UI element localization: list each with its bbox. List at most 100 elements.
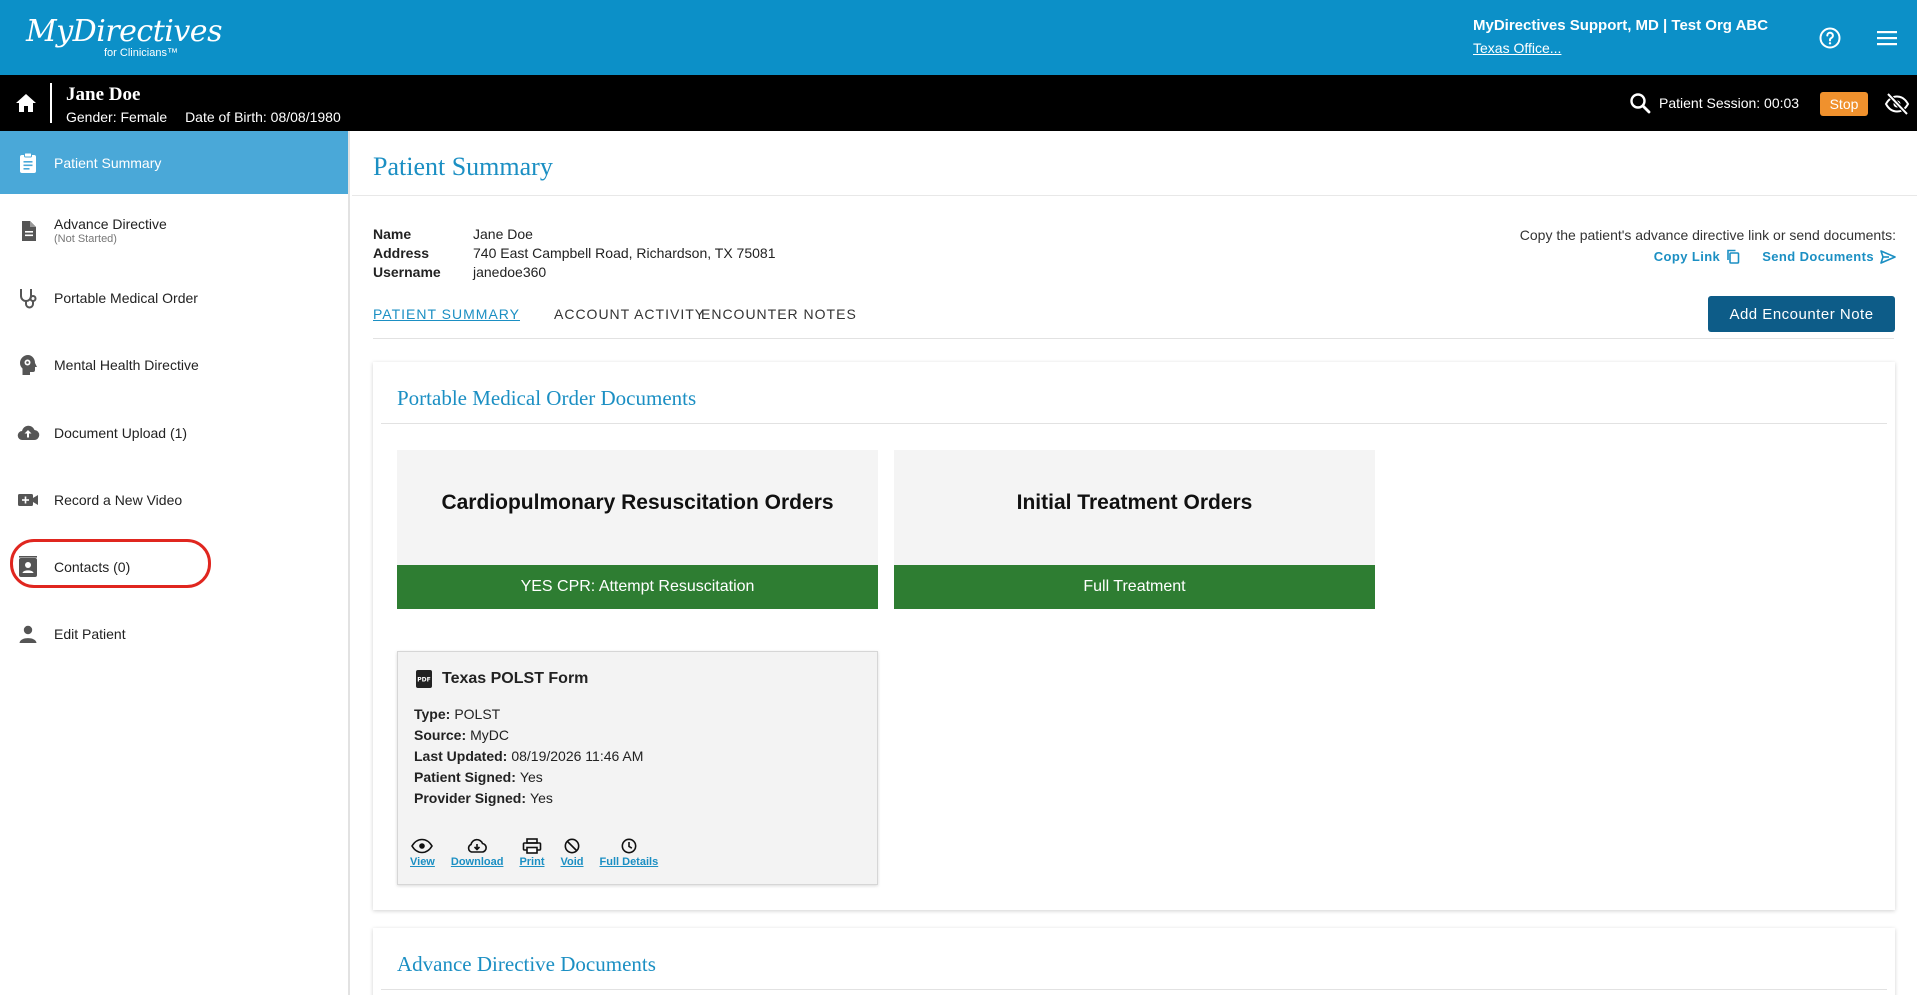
download-document-button[interactable]: Download (450, 838, 504, 868)
person-icon (19, 625, 37, 643)
document-title: Texas POLST Form (442, 670, 589, 687)
sidebar-item-title: Advance Directive (54, 216, 167, 232)
patient-info: Name Jane Doe Address 740 East Campbell Ro… (373, 226, 775, 283)
document-field-patient-signed: Patient Signed: Yes (414, 769, 543, 785)
action-label: Full Details (599, 856, 659, 868)
sidebar-item-label: Mental Health Directive (54, 356, 199, 373)
sidebar: Patient Summary Advance Directive (Not S… (0, 131, 350, 995)
home-icon[interactable] (14, 91, 38, 115)
share-links: Copy Link Send Documents (1520, 249, 1896, 264)
copy-link-button[interactable]: Copy Link (1654, 249, 1740, 264)
copy-icon (1727, 249, 1740, 264)
info-value: 740 East Campbell Road, Richardson, TX 7… (473, 245, 776, 261)
logo-subtitle: for Clinicians™ (104, 47, 178, 59)
sidebar-item-record-video[interactable]: Record a New Video (0, 468, 348, 531)
patient-dob: Date of Birth: 08/08/1980 (185, 109, 341, 125)
send-documents-button[interactable]: Send Documents (1762, 249, 1896, 264)
sidebar-item-label: Patient Summary (54, 154, 162, 171)
copy-link-label: Copy Link (1653, 249, 1721, 264)
cloud-download-icon (467, 838, 488, 853)
brain-head-icon (20, 354, 37, 375)
title-divider (352, 195, 1917, 196)
highlight-annotation-ring (10, 539, 211, 588)
eye-off-icon[interactable] (1884, 92, 1910, 116)
sidebar-item-document-upload[interactable]: Document Upload (1) (0, 401, 348, 464)
stop-session-button[interactable]: Stop (1820, 92, 1868, 116)
info-row-name: Name Jane Doe (373, 226, 775, 245)
action-label: View (410, 856, 435, 868)
tabs-divider (373, 338, 1894, 339)
sidebar-item-portable-medical-order[interactable]: Portable Medical Order (0, 266, 348, 329)
polst-document-card: PDF Texas POLST Form Type: POLST Source: M… (397, 651, 878, 885)
sidebar-item-patient-summary[interactable]: Patient Summary (0, 131, 348, 194)
sidebar-item-label: Portable Medical Order (54, 289, 198, 306)
patient-name: Jane Doe (66, 84, 141, 105)
info-row-username: Username janedoe360 (373, 264, 775, 283)
view-document-button[interactable]: View (410, 838, 435, 868)
void-icon (564, 838, 580, 854)
order-status: YES CPR: Attempt Resuscitation (397, 565, 878, 609)
document-field-last-updated: Last Updated: 08/19/2026 11:46 AM (414, 748, 644, 764)
document-fields: Type: POLST Source: MyDC Last Updated: 08/1… (414, 706, 643, 811)
send-documents-label: Send Documents (1762, 249, 1874, 264)
pdf-icon: PDF (416, 670, 432, 688)
document-icon (22, 220, 36, 241)
org-link[interactable]: Texas Office... (1473, 40, 1803, 56)
panel-divider (381, 989, 1887, 990)
tab-patient-summary[interactable]: PATIENT SUMMARY (373, 306, 520, 322)
stethoscope-icon (20, 288, 37, 308)
print-document-button[interactable]: Print (519, 838, 545, 868)
info-label: Username (373, 264, 441, 280)
info-label: Name (373, 226, 412, 242)
patient-session-timer: Patient Session: 00:03 (1659, 95, 1800, 111)
share-instructions: Copy the patient's advance directive lin… (1519, 227, 1896, 243)
hamburger-menu-icon[interactable] (1876, 28, 1898, 48)
user-info: MyDirectives Support, MD | Test Org ABC … (1473, 17, 1803, 56)
sidebar-item-edit-patient[interactable]: Edit Patient (0, 602, 348, 665)
full-details-button[interactable]: Full Details (599, 838, 659, 868)
printer-icon (522, 838, 542, 854)
pmo-documents-panel: Portable Medical Order Documents Cardiop… (373, 362, 1895, 910)
eye-icon (411, 838, 434, 854)
clock-icon (621, 838, 637, 854)
add-encounter-note-button[interactable]: Add Encounter Note (1708, 296, 1895, 332)
info-row-address: Address 740 East Campbell Road, Richardso… (373, 245, 775, 264)
sidebar-item-status: (Not Started) (54, 233, 117, 245)
sidebar-item-label: Record a New Video (54, 491, 183, 508)
sidebar-item-mental-health-directive[interactable]: Mental Health Directive (0, 333, 348, 396)
user-name: MyDirectives Support, MD | Test Org ABC (1473, 17, 1769, 34)
top-bar: MyDirectives for Clinicians™ MyDirective… (0, 0, 1917, 75)
sidebar-item-label: Advance Directive (Not Started) (54, 216, 167, 245)
patient-meta: Gender: Female Date of Birth: 08/08/1980 (66, 109, 341, 125)
tab-encounter-notes[interactable]: ENCOUNTER NOTES (701, 306, 857, 322)
patient-gender: Gender: Female (66, 109, 168, 125)
sidebar-item-label: Document Upload (1) (54, 424, 188, 441)
main-content: Patient Summary Name Jane Doe Address 740 … (352, 131, 1917, 995)
mydirectives-logo[interactable]: MyDirectives for Clinicians™ (26, 14, 222, 62)
sidebar-item-advance-directive[interactable]: Advance Directive (Not Started) (0, 199, 348, 262)
send-icon (1880, 249, 1896, 264)
cloud-upload-icon (17, 425, 40, 440)
order-title: Cardiopulmonary Resuscitation Orders (441, 491, 834, 514)
info-value: Jane Doe (473, 226, 533, 242)
search-icon[interactable] (1628, 91, 1652, 115)
clipboard-icon (20, 152, 36, 173)
cpr-orders-card: Cardiopulmonary Resuscitation Orders YES… (397, 450, 878, 609)
order-status: Full Treatment (894, 565, 1375, 609)
advance-directive-documents-panel: Advance Directive Documents (373, 928, 1895, 995)
sidebar-item-label: Edit Patient (54, 625, 126, 642)
order-title: Initial Treatment Orders (1016, 491, 1253, 514)
void-document-button[interactable]: Void (561, 838, 584, 868)
pmo-section-title: Portable Medical Order Documents (397, 386, 697, 410)
action-label: Download (450, 856, 504, 868)
tab-account-activity[interactable]: ACCOUNT ACTIVITY (554, 306, 705, 322)
treatment-orders-card: Initial Treatment Orders Full Treatment (894, 450, 1375, 609)
document-actions: View Download Print Void Full Details (410, 838, 674, 868)
document-field-source: Source: MyDC (414, 727, 510, 743)
document-header: PDF Texas POLST Form (416, 670, 588, 688)
action-label: Print (519, 856, 545, 868)
patient-bar-divider (50, 83, 52, 123)
info-label: Address (373, 245, 430, 261)
action-label: Void (560, 856, 584, 868)
help-icon[interactable] (1818, 26, 1842, 50)
